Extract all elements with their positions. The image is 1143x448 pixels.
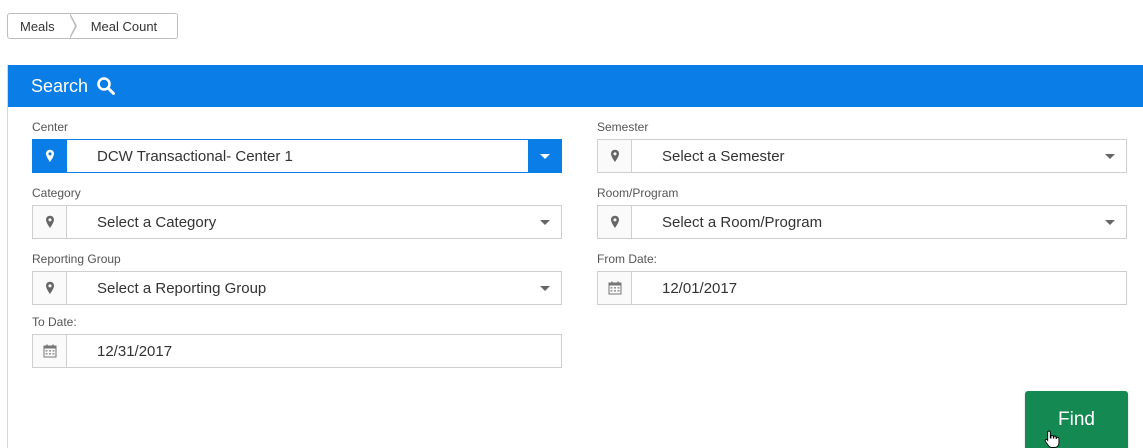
room-program-select[interactable]: Select a Room/Program: [597, 205, 1127, 239]
map-marker-icon: [33, 206, 67, 238]
reporting-group-label: Reporting Group: [32, 252, 121, 266]
caret-down-icon[interactable]: [528, 206, 561, 238]
center-value: DCW Transactional- Center 1: [97, 147, 293, 165]
to-date-label: To Date:: [32, 315, 77, 329]
room-program-value: Select a Room/Program: [662, 213, 823, 231]
panel-header: Search: [8, 65, 1143, 107]
map-marker-icon: [598, 140, 632, 172]
caret-down-icon[interactable]: [528, 140, 561, 172]
caret-down-icon[interactable]: [1093, 140, 1126, 172]
category-value: Select a Category: [97, 213, 217, 231]
caret-down-icon[interactable]: [1093, 206, 1126, 238]
from-date-label: From Date:: [597, 252, 658, 266]
breadcrumb-label: Meals: [20, 18, 55, 34]
find-button[interactable]: Find: [1025, 391, 1128, 448]
search-icon: [97, 77, 116, 95]
map-marker-icon: [598, 206, 632, 238]
calendar-icon[interactable]: [598, 272, 632, 304]
center-select[interactable]: DCW Transactional- Center 1: [32, 139, 562, 173]
hand-cursor-icon: [1044, 430, 1060, 448]
reporting-group-value: Select a Reporting Group: [97, 279, 267, 297]
panel-title: Search: [31, 75, 89, 96]
breadcrumb-separator: [68, 13, 77, 39]
to-date-value: 12/31/2017: [97, 342, 173, 360]
search-panel: Search: [7, 65, 1143, 448]
center-label: Center: [32, 120, 69, 134]
breadcrumb-item-meals[interactable]: Meals: [8, 13, 77, 39]
breadcrumb: Meals Meal Count: [7, 13, 179, 39]
breadcrumb-label: Meal Count: [90, 18, 158, 34]
semester-select[interactable]: Select a Semester: [597, 139, 1127, 173]
category-label: Category: [32, 186, 81, 200]
reporting-group-select[interactable]: Select a Reporting Group: [32, 271, 562, 305]
map-marker-icon: [33, 140, 67, 172]
from-date-field[interactable]: 12/01/2017: [597, 271, 1127, 305]
breadcrumb-item-meal-count[interactable]: Meal Count: [71, 14, 177, 38]
semester-value: Select a Semester: [662, 147, 785, 165]
semester-label: Semester: [597, 120, 649, 134]
from-date-value: 12/01/2017: [662, 279, 738, 297]
caret-down-icon[interactable]: [528, 272, 561, 304]
calendar-icon[interactable]: [33, 335, 67, 367]
map-marker-icon: [33, 272, 67, 304]
category-select[interactable]: Select a Category: [32, 205, 562, 239]
room-program-label: Room/Program: [597, 186, 679, 200]
to-date-field[interactable]: 12/31/2017: [32, 334, 562, 368]
